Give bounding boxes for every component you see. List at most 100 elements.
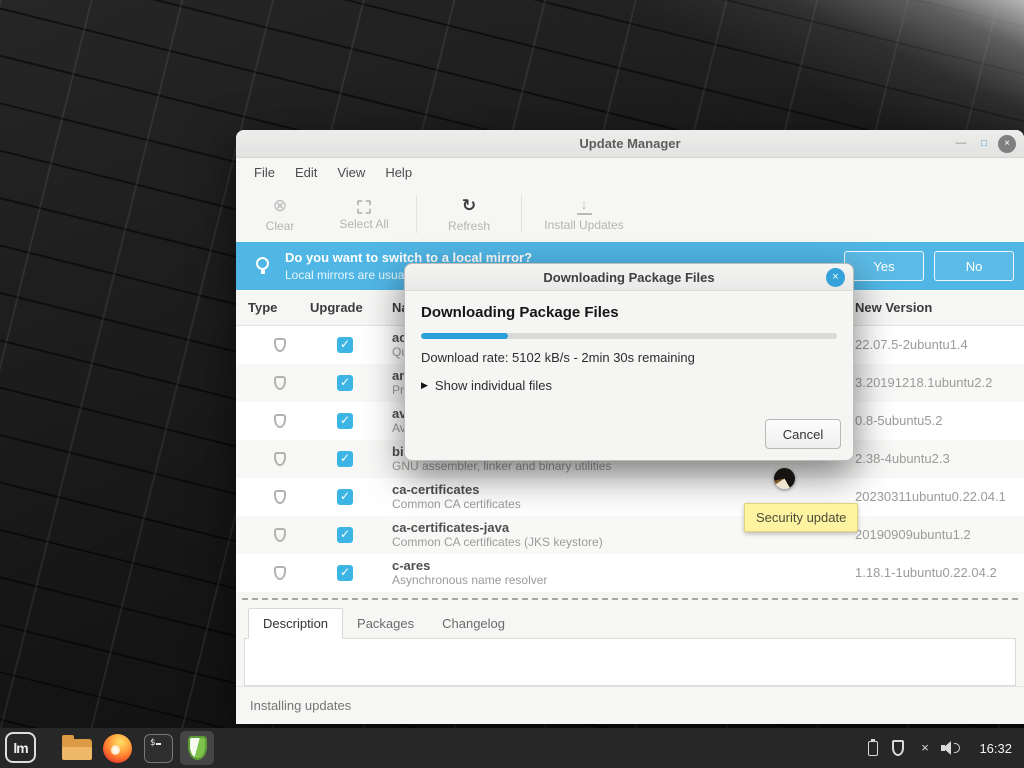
package-description: Common CA certificates (392, 497, 521, 511)
update-shield-icon (187, 736, 207, 760)
cancel-button[interactable]: Cancel (765, 419, 841, 449)
mirror-yes-button[interactable]: Yes (844, 251, 924, 281)
table-row[interactable]: ✓ ca-certificates Common CA certificates… (236, 478, 1024, 516)
upgrade-checkbox[interactable]: ✓ (337, 375, 353, 391)
upgrade-checkbox[interactable]: ✓ (337, 413, 353, 429)
toolbar-separator (416, 195, 417, 233)
tab-packages[interactable]: Packages (343, 609, 428, 638)
column-header-type[interactable]: Type (248, 300, 277, 315)
taskbar: lm $ × 16:32 (0, 728, 1024, 768)
toolbar-separator (521, 195, 522, 233)
package-name: bi (392, 444, 404, 459)
package-description: GNU assembler, linker and binary utiliti… (392, 459, 612, 473)
package-type-shield-icon (274, 528, 286, 542)
package-name: ca-certificates (392, 482, 480, 497)
lightbulb-icon (256, 256, 269, 274)
clear-button[interactable]: ⊗ Clear (242, 196, 318, 233)
downloading-dialog: Downloading Package Files × Downloading … (404, 263, 854, 461)
terminal-icon[interactable]: $ (144, 734, 173, 763)
refresh-label: Refresh (447, 218, 491, 233)
mirror-no-button[interactable]: No (934, 251, 1014, 281)
menu-help[interactable]: Help (375, 161, 422, 184)
clear-label: Clear (265, 218, 295, 233)
tab-description[interactable]: Description (248, 608, 344, 639)
upgrade-checkbox[interactable]: ✓ (337, 451, 353, 467)
upgrade-checkbox[interactable]: ✓ (337, 527, 353, 543)
package-type-shield-icon (274, 376, 286, 390)
package-type-shield-icon (274, 338, 286, 352)
firefox-icon[interactable] (103, 734, 132, 763)
horizontal-scrollbar[interactable] (242, 598, 1018, 600)
file-manager-icon[interactable] (62, 735, 92, 760)
dialog-body: Downloading Package Files Download rate:… (405, 291, 853, 461)
dialog-heading: Downloading Package Files (421, 304, 619, 321)
table-row[interactable]: ✓ c-ares Asynchronous name resolver 1.18… (236, 554, 1024, 592)
package-new-version: 0.8-5ubuntu5.2 (855, 413, 943, 428)
expander-label: Show individual files (434, 378, 552, 393)
mint-menu-button[interactable]: lm (5, 732, 36, 763)
package-type-shield-icon (274, 490, 286, 504)
tray-status-icon[interactable]: × (917, 739, 933, 757)
install-updates-icon: ↓ (576, 197, 592, 215)
dialog-close-button[interactable]: × (826, 268, 845, 287)
package-description: Asynchronous name resolver (392, 573, 548, 587)
upgrade-checkbox[interactable]: ✓ (337, 565, 353, 581)
clock[interactable]: 16:32 (979, 728, 1012, 768)
package-new-version: 20230311ubuntu0.22.04.1 (855, 489, 1006, 504)
install-updates-label: Install Updates (544, 217, 624, 232)
package-new-version: 3.20191218.1ubuntu2.2 (855, 375, 993, 390)
table-row[interactable]: ✓ ca-certificates-java Common CA certifi… (236, 516, 1024, 554)
dialog-titlebar[interactable]: Downloading Package Files × (405, 264, 853, 291)
maximize-button[interactable]: □ (975, 135, 993, 153)
menu-file[interactable]: File (244, 161, 285, 184)
tray-shield-icon[interactable] (892, 740, 904, 756)
menu-view[interactable]: View (327, 161, 375, 184)
dialog-title: Downloading Package Files (543, 269, 715, 285)
package-description: Pr (392, 383, 404, 397)
refresh-button[interactable]: ↻ Refresh (423, 196, 515, 233)
menu-bar: File Edit View Help (236, 158, 1024, 186)
expander-arrow-icon: ▶ (421, 380, 428, 390)
install-updates-button[interactable]: ↓ Install Updates (528, 197, 640, 232)
package-type-shield-icon (274, 566, 286, 580)
package-new-version: 1.18.1-1ubuntu0.22.04.2 (855, 565, 997, 580)
select-all-icon (357, 200, 371, 214)
download-progress-bar (421, 333, 837, 339)
update-manager-taskbar-button[interactable] (180, 731, 214, 765)
select-all-label: Select All (339, 217, 389, 231)
volume-icon[interactable] (941, 740, 963, 756)
upgrade-checkbox[interactable]: ✓ (337, 489, 353, 505)
status-text: Installing updates (250, 698, 352, 713)
toolbar: ⊗ Clear Select All ↻ Refresh ↓ Install U… (236, 186, 1024, 242)
minimize-button[interactable]: — (952, 135, 970, 153)
busy-cursor (774, 468, 795, 489)
window-titlebar[interactable]: Update Manager — □ × (236, 130, 1024, 158)
column-header-upgrade[interactable]: Upgrade (310, 300, 363, 315)
tab-changelog[interactable]: Changelog (428, 609, 519, 638)
detail-tabs: Description Packages Changelog (236, 608, 1024, 639)
select-all-button[interactable]: Select All (318, 197, 410, 231)
package-name: ca-certificates-java (392, 520, 510, 535)
clear-icon: ⊗ (272, 195, 288, 215)
show-individual-files-expander[interactable]: ▶ Show individual files (421, 378, 837, 393)
status-bar: Installing updates (236, 686, 1024, 724)
refresh-icon: ↻ (461, 195, 477, 215)
window-title: Update Manager (579, 136, 681, 151)
description-panel (244, 638, 1016, 686)
tray-clipboard-icon[interactable] (868, 739, 878, 756)
package-type-shield-icon (274, 414, 286, 428)
package-new-version: 22.07.5-2ubuntu1.4 (855, 337, 968, 352)
package-new-version: 2.38-4ubuntu2.3 (855, 451, 950, 466)
menu-edit[interactable]: Edit (285, 161, 327, 184)
terminal-prompt: $ (150, 738, 156, 748)
upgrade-checkbox[interactable]: ✓ (337, 337, 353, 353)
package-description: Common CA certificates (JKS keystore) (392, 535, 603, 549)
package-name: c-ares (392, 558, 431, 573)
progress-fill (421, 333, 509, 339)
download-rate-text: Download rate: 5102 kB/s - 2min 30s rema… (421, 350, 695, 365)
column-header-new-version[interactable]: New Version (855, 300, 932, 315)
close-button[interactable]: × (998, 135, 1016, 153)
security-update-tooltip: Security update (744, 503, 859, 532)
speaker-cone (943, 741, 951, 755)
package-type-shield-icon (274, 452, 286, 466)
